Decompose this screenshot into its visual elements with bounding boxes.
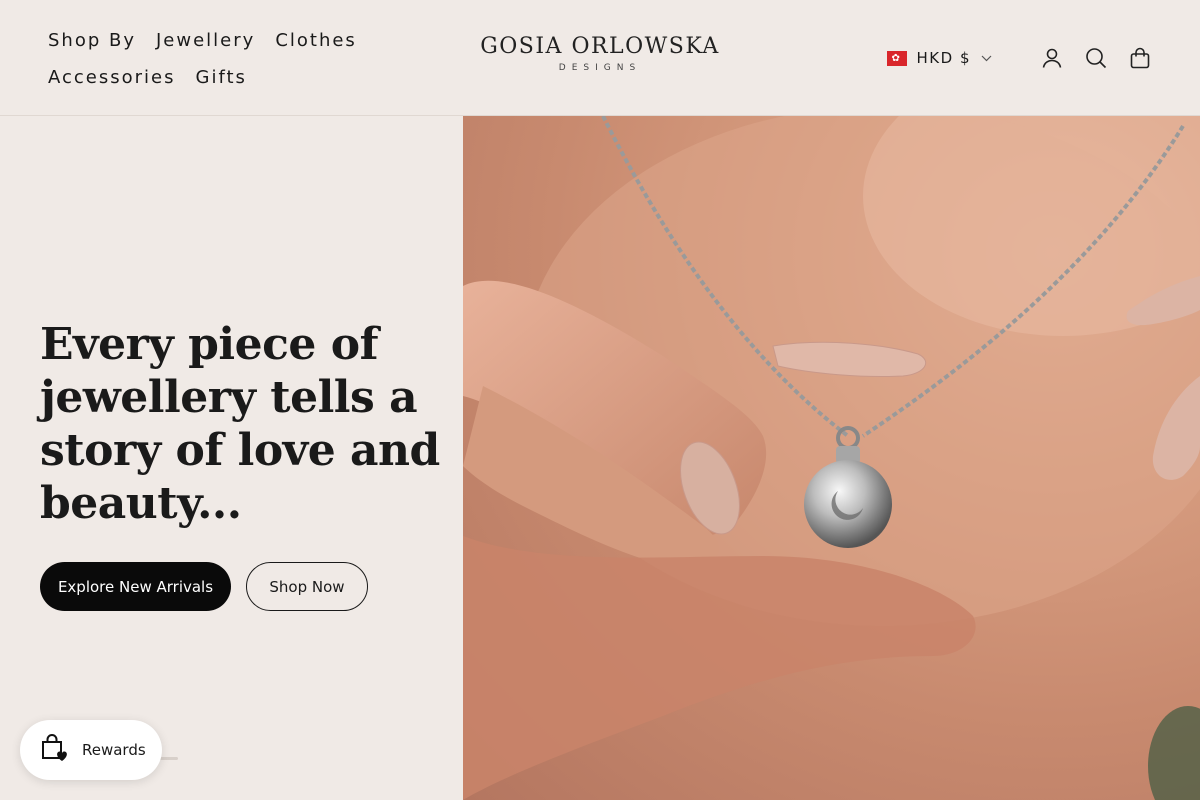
nav-accessories[interactable]: Accessories	[48, 67, 176, 88]
nav-row-1: Shop By Jewellery Clothes	[48, 22, 448, 59]
shopping-bag-heart-icon	[40, 734, 70, 766]
hero-image	[463, 116, 1200, 800]
logo-main-text: GOSIA ORLOWSKA	[480, 34, 720, 59]
nav-shop-by[interactable]: Shop By	[48, 30, 136, 51]
shop-now-button[interactable]: Shop Now	[246, 562, 368, 611]
cart-icon[interactable]	[1128, 46, 1152, 70]
hero-text-panel: Every piece of jewellery tells a story o…	[0, 116, 463, 800]
main-nav: Shop By Jewellery Clothes Accessories Gi…	[48, 22, 448, 96]
nav-clothes[interactable]: Clothes	[275, 30, 357, 51]
rewards-launcher[interactable]: Rewards	[20, 720, 162, 780]
search-icon[interactable]	[1084, 46, 1108, 70]
currency-selector[interactable]: HKD $	[886, 49, 992, 67]
nav-row-2: Accessories Gifts	[48, 59, 448, 96]
nav-jewellery[interactable]: Jewellery	[156, 30, 255, 51]
site-header: Shop By Jewellery Clothes Accessories Gi…	[0, 0, 1200, 116]
explore-new-arrivals-button[interactable]: Explore New Arrivals	[40, 562, 231, 611]
rewards-label: Rewards	[82, 741, 146, 759]
hong-kong-flag-icon	[886, 50, 907, 66]
chevron-down-icon	[981, 52, 992, 65]
header-actions: HKD $	[886, 40, 1152, 76]
account-icon[interactable]	[1040, 46, 1064, 70]
nav-gifts[interactable]: Gifts	[196, 67, 247, 88]
hero-title: Every piece of jewellery tells a story o…	[40, 319, 440, 529]
necklace-photo	[463, 116, 1200, 800]
logo-sub-text: DESIGNS	[558, 63, 642, 73]
slide-indicator[interactable]	[160, 757, 178, 760]
currency-label: HKD $	[916, 49, 971, 67]
brand-logo[interactable]: GOSIA ORLOWSKA DESIGNS	[470, 34, 730, 73]
